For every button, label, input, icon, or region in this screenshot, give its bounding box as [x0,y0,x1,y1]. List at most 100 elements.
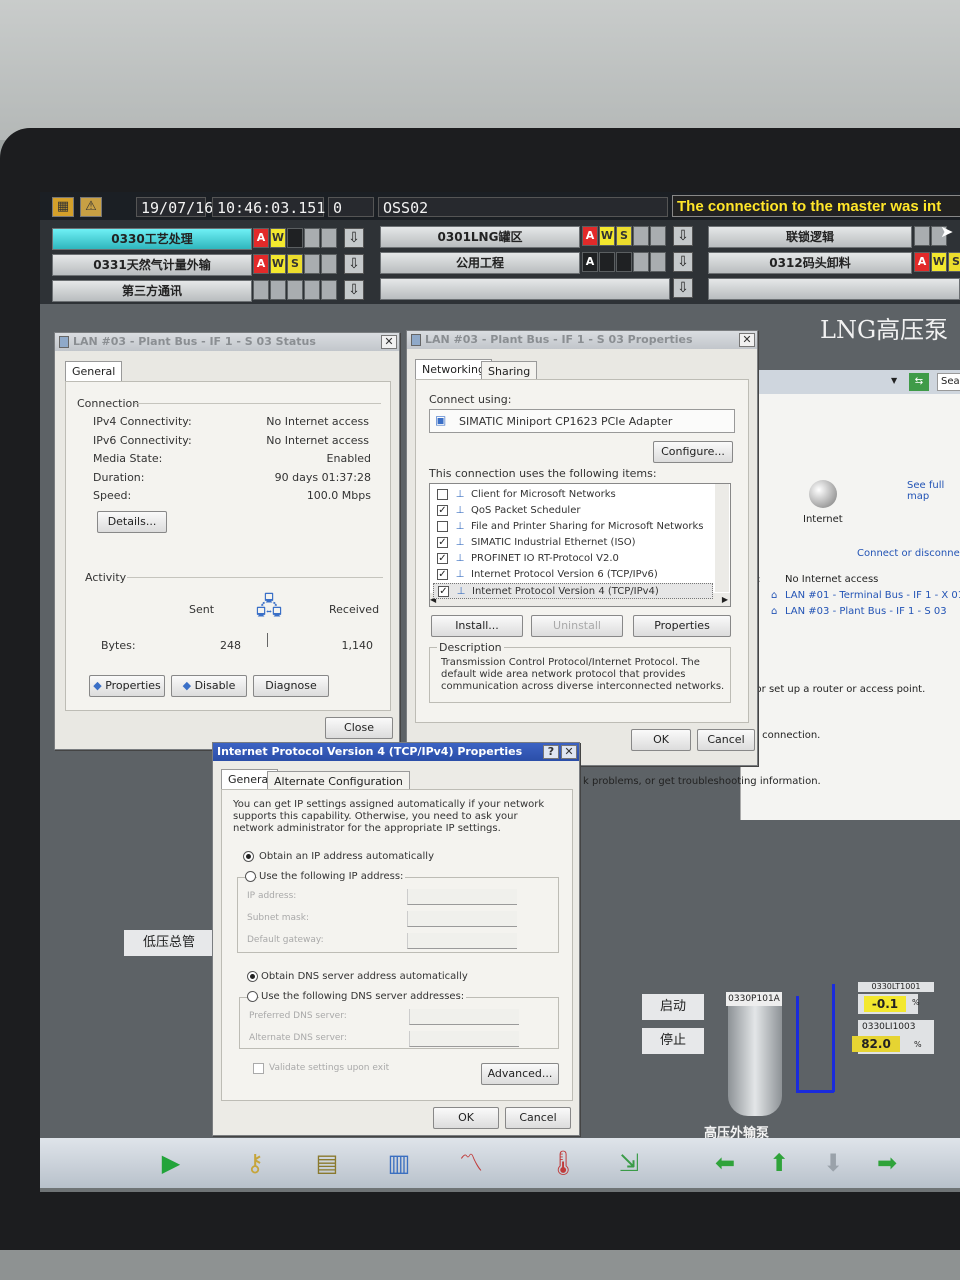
dropdown-icon[interactable]: ▼ [891,376,897,385]
status-indicator [287,280,303,300]
close-icon[interactable]: ✕ [381,335,397,349]
tab-sharing[interactable]: Sharing [481,361,538,381]
area-0330[interactable]: 0330工艺处理 [52,228,252,250]
arrow-down-icon[interactable]: ⬇ [814,1144,852,1182]
area-jump-icon[interactable]: ⇩ [673,226,693,246]
alternate-dns-field[interactable] [409,1031,519,1047]
obtain-dns-auto-radio[interactable] [247,971,258,982]
connect-disconnect-link[interactable]: Connect or disconnect [857,548,960,559]
cancel-button[interactable]: Cancel [697,729,755,751]
component-checkbox[interactable] [437,489,448,500]
system-message: The connection to the master was int [672,195,960,217]
use-following-dns-radio[interactable] [247,991,258,1002]
scroll-right-icon[interactable]: ▶ [722,593,728,606]
component-item[interactable]: ⊥ Client for Microsoft Networks [433,487,713,503]
close-icon[interactable]: ✕ [561,745,577,759]
component-item[interactable]: ✓ ⊥ PROFINET IO RT-Protocol V2.0 [433,551,713,567]
see-full-map-link[interactable]: See full map [907,480,960,502]
diagnose-button[interactable]: Diagnose [253,675,329,697]
disable-button[interactable]: ◆ Disable [171,675,247,697]
status-indicator [321,228,337,248]
status-indicator [633,252,649,272]
start-button[interactable]: 启动 [642,994,704,1020]
component-item[interactable]: ✓ ⊥ Internet Protocol Version 4 (TCP/IPv4) [433,583,713,599]
alarm-list-icon[interactable]: ▦ [52,197,74,217]
connection-link-1[interactable]: LAN #01 - Terminal Bus - IF 1 - X 01 [785,590,960,601]
network-sharing-center: ▼ ⇆ Sea See full map Internet Connect or… [583,370,960,820]
ipv4-properties-window: Internet Protocol Version 4 (TCP/IPv4) P… [212,742,580,1136]
properties-button[interactable]: ◆ Properties [89,675,165,697]
close-button[interactable]: Close [325,717,393,739]
ipv4-window-titlebar[interactable]: Internet Protocol Version 4 (TCP/IPv4) P… [213,743,579,761]
notepad-icon[interactable]: ▤ [308,1144,346,1182]
trend-icon[interactable]: 〽 [452,1144,490,1182]
status-indicator [650,252,666,272]
ok-button[interactable]: OK [631,729,691,751]
area-jump-icon[interactable]: ⇩ [344,280,364,300]
pump-icon[interactable] [728,1006,782,1116]
area-0301[interactable]: 0301LNG罐区 [380,226,580,248]
area-jump-icon[interactable]: ⇩ [673,278,693,298]
ip-address-field[interactable] [407,889,517,905]
keys-icon[interactable]: ⚷ [236,1144,274,1182]
item-properties-button[interactable]: Properties [633,615,731,637]
close-icon[interactable]: ✕ [739,333,755,347]
network-icon: ⌂ [771,590,778,601]
component-checkbox[interactable]: ✓ [437,537,448,548]
details-button[interactable]: Details... [97,511,167,533]
component-checkbox[interactable]: ✓ [437,505,448,516]
component-item[interactable]: ⊥ File and Printer Sharing for Microsoft … [433,519,713,535]
area-jump-icon[interactable]: ⇩ [344,228,364,248]
arrow-right-icon[interactable]: ➡ [868,1144,906,1182]
ok-button[interactable]: OK [433,1107,499,1129]
area-jump-icon[interactable]: ⇩ [673,252,693,272]
alarm-indicator: A [582,226,598,246]
cancel-button[interactable]: Cancel [505,1107,571,1129]
component-checkbox[interactable]: ✓ [438,586,449,597]
area-0312[interactable]: 0312码头卸料 [708,252,912,274]
stop-button[interactable]: 停止 [642,1028,704,1054]
area-interlock[interactable]: 联锁逻辑 [708,226,912,248]
level-value: -0.1 [864,996,906,1012]
subnet-mask-field[interactable] [407,911,517,927]
advanced-button[interactable]: Advanced... [481,1063,559,1085]
help-icon[interactable]: ? [543,745,559,759]
status-window-titlebar[interactable]: LAN #03 - Plant Bus - IF 1 - S 03 Status… [55,333,399,351]
area-third-party[interactable]: 第三方通讯 [52,280,252,302]
use-following-ip-radio[interactable] [245,871,256,882]
area-empty[interactable] [380,278,670,300]
list-scrollbar[interactable] [715,484,729,592]
configure-button[interactable]: Configure... [653,441,733,463]
ipv6-key: IPv6 Connectivity: [93,434,192,447]
intro-text: You can get IP settings assigned automat… [233,799,545,834]
tab-alternate-configuration[interactable]: Alternate Configuration [267,771,410,791]
uninstall-button[interactable]: Uninstall [531,615,623,637]
export-icon[interactable]: ⇲ [610,1144,648,1182]
obtain-ip-auto-radio[interactable] [243,851,254,862]
area-jump-icon[interactable]: ⇩ [344,254,364,274]
connection-link-2[interactable]: LAN #03 - Plant Bus - IF 1 - S 03 [785,606,947,617]
arrow-up-icon[interactable]: ⬆ [760,1144,798,1182]
preferred-dns-field[interactable] [409,1009,519,1025]
tab-general[interactable]: General [65,361,123,381]
validate-checkbox[interactable] [253,1063,264,1074]
component-item[interactable]: ✓ ⊥ SIMATIC Industrial Ethernet (ISO) [433,535,713,551]
component-checkbox[interactable] [437,521,448,532]
default-gateway-field[interactable] [407,933,517,949]
search-input[interactable]: Sea [937,373,960,391]
properties-window-titlebar[interactable]: LAN #03 - Plant Bus - IF 1 - S 03 Proper… [407,331,757,349]
area-0331[interactable]: 0331天然气计量外输 [52,254,252,276]
area-utilities[interactable]: 公用工程 [380,252,580,274]
component-checkbox[interactable]: ✓ [437,553,448,564]
alarm-horn-icon[interactable]: ⚠ [80,197,102,217]
arrow-left-icon[interactable]: ⬅ [706,1144,744,1182]
component-item[interactable]: ✓ ⊥ QoS Packet Scheduler [433,503,713,519]
report-icon[interactable]: ▥ [380,1144,418,1182]
component-checkbox[interactable]: ✓ [437,569,448,580]
play-icon[interactable]: ▶ [152,1144,190,1182]
area-empty[interactable] [708,278,960,300]
refresh-icon[interactable]: ⇆ [909,373,929,391]
thermometer-icon[interactable]: 🌡 [544,1144,582,1182]
component-item[interactable]: ✓ ⊥ Internet Protocol Version 6 (TCP/IPv6) [433,567,713,583]
install-button[interactable]: Install... [431,615,523,637]
